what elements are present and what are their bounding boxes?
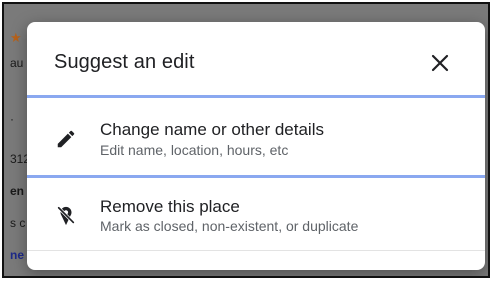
bg-text-fragment: au [10,56,24,70]
bg-text-fragment: en [10,184,25,198]
remove-place-option[interactable]: Remove this place Mark as closed, non-ex… [27,178,485,256]
close-button[interactable] [429,52,451,74]
divider [27,250,485,251]
change-details-subtitle: Edit name, location, hours, etc [100,142,289,158]
dialog-title: Suggest an edit [54,51,195,73]
pencil-icon [54,127,78,151]
close-icon [431,54,449,72]
remove-place-title: Remove this place [100,197,240,216]
change-details-title: Change name or other details [100,120,324,139]
bg-text-fragment: s c [10,216,26,230]
suggest-edit-dialog: Suggest an edit Change name or other det… [27,22,485,270]
bg-text-fragment: · [10,112,14,126]
bg-star-rating: ★ [10,30,22,45]
remove-place-icon [54,204,78,228]
change-details-option[interactable]: Change name or other details Edit name, … [27,98,485,176]
remove-place-subtitle: Mark as closed, non-existent, or duplica… [100,218,359,234]
screenshot-frame: ★ au · 312 en s c ne Suggest an edit Cha… [2,2,490,278]
bg-link-fragment: ne [10,248,25,262]
